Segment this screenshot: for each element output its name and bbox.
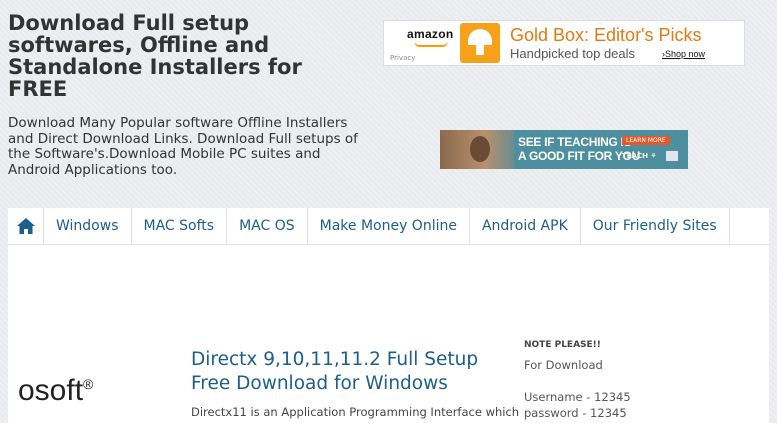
amazon-ad-banner[interactable]: amazon Privacy Gold Box: Editor's Picks … <box>383 20 745 66</box>
nav-item-mac-softs[interactable]: MAC Softs <box>132 208 228 244</box>
teacher-photo <box>440 130 514 169</box>
nav-home-button[interactable] <box>8 208 44 244</box>
teach-logo: TEACH ⚘ <box>622 152 657 160</box>
logo-text: osoft <box>18 374 84 407</box>
learn-more-button[interactable]: LEARN MORE <box>622 136 670 145</box>
post-excerpt: Directx11 is an Application Programming … <box>191 405 520 419</box>
teach-ad-line1: SEE IF TEACHING IS <box>518 135 632 149</box>
sidebar-heading: NOTE PLEASE!! <box>524 340 601 350</box>
amazon-smile-icon <box>414 41 448 47</box>
ad-headline: Gold Box: Editor's Picks <box>510 25 702 45</box>
gov-seal-icon <box>666 151 678 161</box>
nav-item-mac-os[interactable]: MAC OS <box>227 208 308 244</box>
teach-ad-banner[interactable]: SEE IF TEACHING IS A GOOD FIT FOR YOU LE… <box>440 130 688 169</box>
registered-mark: ® <box>83 376 94 392</box>
site-description: Download Many Popular software Offline I… <box>8 115 358 178</box>
post-title-link[interactable]: Directx 9,10,11,11.2 Full Setup Free Dow… <box>191 348 511 396</box>
nav-item-make-money-online[interactable]: Make Money Online <box>308 208 470 244</box>
post-thumbnail-logo[interactable]: osoft® <box>18 374 93 408</box>
sidebar-for-download: For Download <box>524 358 603 372</box>
shop-now-link[interactable]: ›Shop now <box>662 49 705 59</box>
ad-privacy-link[interactable]: Privacy <box>390 54 415 62</box>
sidebar-username: Username - 12345 <box>524 390 631 404</box>
main-navigation: Windows MAC Softs MAC OS Make Money Onli… <box>8 208 769 245</box>
gold-box-icon <box>460 23 500 63</box>
ad-subline: Handpicked top deals <box>510 46 636 61</box>
nav-item-friendly-sites[interactable]: Our Friendly Sites <box>581 208 730 244</box>
home-icon <box>16 218 35 234</box>
site-title[interactable]: Download Full setup softwares, Offline a… <box>8 12 348 100</box>
amazon-logo: amazon <box>407 27 454 41</box>
nav-item-android-apk[interactable]: Android APK <box>470 208 581 244</box>
sidebar-password: password - 12345 <box>524 406 627 420</box>
nav-item-windows[interactable]: Windows <box>44 208 132 244</box>
content-area: osoft® Directx 9,10,11,11.2 Full Setup F… <box>8 245 769 423</box>
